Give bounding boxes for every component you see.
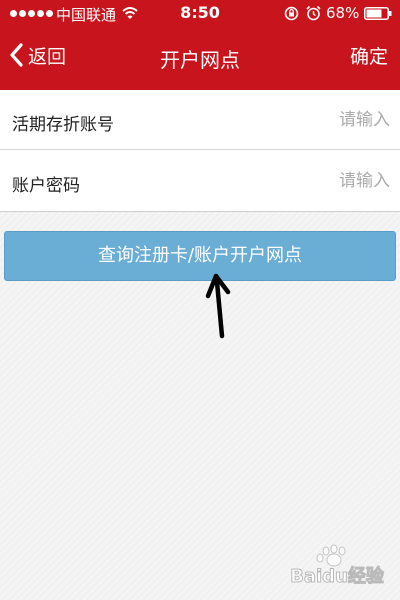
account-number-input[interactable] bbox=[190, 104, 390, 136]
account-password-row: 账户密码 bbox=[0, 151, 400, 211]
arrow-up-icon bbox=[205, 273, 231, 339]
alarm-icon bbox=[306, 5, 321, 21]
account-number-row: 活期存折账号 bbox=[0, 90, 400, 150]
navigation-bar: 返回 开户网点 确定 bbox=[0, 28, 400, 90]
app-header: 中国联通 8:50 68% 返回 开户网点 确定 bbox=[0, 0, 400, 90]
status-bar: 中国联通 8:50 68% bbox=[0, 0, 400, 28]
battery-icon bbox=[364, 7, 392, 20]
rotation-lock-icon bbox=[284, 6, 299, 21]
account-number-label: 活期存折账号 bbox=[12, 115, 114, 135]
battery-percentage: 68% bbox=[326, 4, 360, 22]
page-title: 开户网点 bbox=[160, 48, 240, 72]
baidu-watermark: Baidu经验 bbox=[290, 544, 385, 588]
watermark-text: Baidu经验 bbox=[290, 565, 385, 587]
account-password-label: 账户密码 bbox=[12, 176, 80, 196]
account-password-input[interactable] bbox=[190, 165, 390, 197]
baidu-paw-icon bbox=[316, 544, 346, 567]
confirm-button[interactable]: 确定 bbox=[350, 42, 388, 69]
account-form: 活期存折账号 账户密码 bbox=[0, 90, 400, 212]
